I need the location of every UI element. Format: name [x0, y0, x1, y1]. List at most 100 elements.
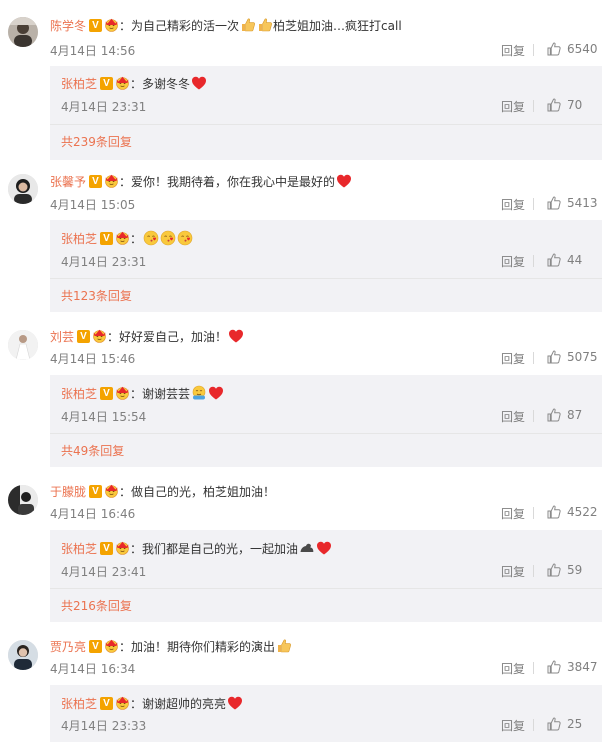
verified-badge-icon: V [100, 696, 114, 710]
heart-emoji-icon [228, 328, 244, 344]
reply-box: 张柏芝 V ：谢谢芸芸 4月14日 15:54 回复 87 共49条回复 [50, 375, 602, 467]
reply-text: ：我们都是自己的光，一起加油 [130, 541, 299, 556]
divider [533, 662, 534, 674]
like-icon [547, 350, 561, 364]
divider [533, 100, 534, 112]
divider [533, 352, 534, 364]
avatar[interactable] [8, 17, 38, 47]
reply-button[interactable]: 回复 [501, 505, 525, 522]
divider [533, 565, 534, 577]
like-count: 70 [567, 98, 583, 112]
divider [533, 255, 534, 267]
hug-emoji-icon [191, 385, 207, 401]
reply-username[interactable]: 张柏芝 [61, 75, 97, 92]
reply-button[interactable]: 回复 [501, 196, 525, 213]
comment-username[interactable]: 张馨予 [50, 173, 86, 190]
vip-crown-icon [115, 231, 130, 245]
reply-button[interactable]: 回复 [501, 98, 525, 115]
like-button[interactable]: 6540 [547, 42, 598, 56]
reply-username[interactable]: 张柏芝 [61, 695, 97, 712]
comment-username[interactable]: 刘芸 [50, 328, 74, 345]
like-icon [547, 196, 561, 210]
like-button[interactable]: 25 [547, 717, 582, 731]
vip-crown-icon [104, 174, 119, 188]
blowing-kiss-emoji-icon [177, 230, 193, 246]
more-replies-link[interactable]: 共49条回复 [61, 442, 124, 459]
like-button[interactable]: 5413 [547, 196, 598, 210]
flexed-arm-emoji-icon [299, 540, 315, 556]
reply-box: 张柏芝 V ：多谢冬冬 4月14日 23:31 回复 70 共239条回复 [50, 66, 602, 160]
reply-username[interactable]: 张柏芝 [61, 540, 97, 557]
reply-button[interactable]: 回复 [501, 660, 525, 677]
reply-button[interactable]: 回复 [501, 408, 525, 425]
more-replies-link[interactable]: 共239条回复 [61, 133, 132, 150]
divider [50, 124, 602, 125]
like-count: 3847 [567, 660, 598, 674]
reply-username[interactable]: 张柏芝 [61, 385, 97, 402]
reply-button[interactable]: 回复 [501, 42, 525, 59]
like-icon [547, 660, 561, 674]
reply-time: 4月14日 23:31 [61, 255, 147, 269]
blowing-kiss-emoji-icon [160, 230, 176, 246]
comment-username[interactable]: 贾乃亮 [50, 638, 86, 655]
divider [50, 433, 602, 434]
comment-time: 4月14日 14:56 [50, 44, 136, 58]
reply-text: ：多谢冬冬 [130, 76, 191, 91]
divider [50, 278, 602, 279]
verified-badge-icon: V [89, 18, 103, 32]
vip-crown-icon [104, 639, 119, 653]
verified-badge-icon: V [100, 386, 114, 400]
divider [50, 588, 602, 589]
like-button[interactable]: 44 [547, 253, 582, 267]
verified-badge-icon: V [100, 231, 114, 245]
reply-button[interactable]: 回复 [501, 717, 525, 734]
like-button[interactable]: 4522 [547, 505, 598, 519]
like-count: 6540 [567, 42, 598, 56]
more-replies-link[interactable]: 共216条回复 [61, 597, 132, 614]
comment-username[interactable]: 于朦胧 [50, 483, 86, 500]
like-button[interactable]: 3847 [547, 660, 598, 674]
reply-box: 张柏芝 V ： 4月14日 23:31 回复 44 共123条回复 [50, 220, 602, 312]
blowing-kiss-emoji-icon [143, 230, 159, 246]
reply-time: 4月14日 23:33 [61, 719, 147, 733]
thumbs-up-emoji-icon [240, 17, 256, 33]
heart-emoji-icon [316, 540, 332, 556]
like-button[interactable]: 87 [547, 408, 582, 422]
heart-emoji-icon [227, 695, 243, 711]
comment-text: ：加油！期待你们精彩的演出 [119, 639, 276, 654]
divider [533, 507, 534, 519]
vip-crown-icon [115, 541, 130, 555]
avatar[interactable] [8, 174, 38, 204]
heart-emoji-icon [208, 385, 224, 401]
like-count: 59 [567, 563, 583, 577]
reply-time: 4月14日 23:41 [61, 565, 147, 579]
comment-username[interactable]: 陈学冬 [50, 17, 86, 34]
thumbs-up-emoji-icon [276, 638, 292, 654]
like-button[interactable]: 70 [547, 98, 582, 112]
reply-button[interactable]: 回复 [501, 350, 525, 367]
like-icon [547, 505, 561, 519]
divider [533, 719, 534, 731]
like-icon [547, 408, 561, 422]
reply-text: ： [130, 231, 143, 246]
vip-crown-icon [115, 696, 130, 710]
avatar[interactable] [8, 640, 38, 670]
like-icon [547, 42, 561, 56]
avatar[interactable] [8, 330, 38, 360]
verified-badge-icon: V [100, 76, 114, 90]
more-replies-link[interactable]: 共123条回复 [61, 287, 132, 304]
comment-time: 4月14日 15:46 [50, 352, 136, 366]
reply-button[interactable]: 回复 [501, 563, 525, 580]
like-button[interactable]: 59 [547, 563, 582, 577]
vip-crown-icon [92, 329, 107, 343]
comment-text: ：做自己的光，柏芝姐加油！ [119, 484, 276, 499]
reply-time: 4月14日 15:54 [61, 410, 147, 424]
reply-username[interactable]: 张柏芝 [61, 230, 97, 247]
reply-button[interactable]: 回复 [501, 253, 525, 270]
like-button[interactable]: 5075 [547, 350, 598, 364]
avatar[interactable] [8, 485, 38, 515]
like-count: 87 [567, 408, 583, 422]
verified-badge-icon: V [77, 329, 91, 343]
reply-text: ：谢谢芸芸 [130, 386, 191, 401]
vip-crown-icon [104, 484, 119, 498]
